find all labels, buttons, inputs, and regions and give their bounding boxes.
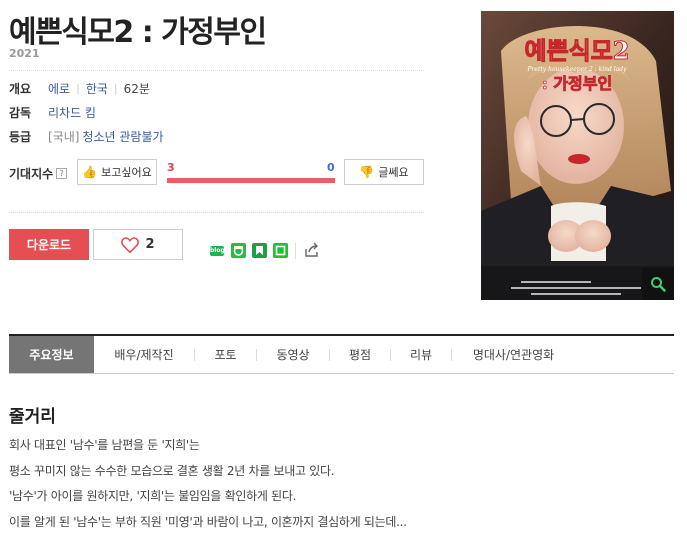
question-icon[interactable]: ? [56,168,68,179]
separator: | [113,82,118,95]
download-button[interactable]: 다운로드 [9,229,89,260]
not-sure-label: 글쎄요 [378,166,409,179]
poster-title-art: 예쁜식모2 [524,36,629,65]
expectation-label: 기대지수 ? [9,165,68,182]
blog-icon[interactable]: blog [210,246,225,256]
tab-quotes-related[interactable]: 명대사/연관영화 [452,336,575,373]
movie-poster[interactable]: 예쁜식모2 Pretty housekeeper 2 : kind lady :… [481,11,674,300]
poster-tagline: Pretty housekeeper 2 : kind lady [527,66,628,73]
synopsis-line: '남수'가 아이를 원하지만, '지희'는 불임임을 확인하게 된다. [9,489,297,503]
tab-main-info[interactable]: 주요정보 [9,336,94,373]
divider [9,70,424,71]
want-count: 3 [167,161,175,174]
poster-subtitle-art: : 가정부인 [542,74,612,93]
line-icon[interactable] [273,243,288,258]
movie-title: 예쁜식모2 : 가정부인 [9,15,267,50]
country-link[interactable]: 한국 [86,80,108,97]
not-sure-button[interactable]: 👎 글쎄요 [344,159,424,185]
expectation-bar [167,178,335,183]
synopsis-line: 이를 알게 된 '남수'는 부하 직원 '미영'과 바람이 나고, 이혼까지 결… [9,515,407,529]
director-row: 감독 리차드 킴 [9,104,96,121]
like-button[interactable]: 2 [93,229,183,260]
director-link[interactable]: 리차드 킴 [48,104,96,121]
zoom-button[interactable] [642,268,674,300]
share-divider [295,243,296,259]
want-to-see-label: 보고싶어요 [101,166,152,179]
meh-count: 0 [327,161,335,174]
release-year: 2021 [9,47,40,60]
rating-row: 등급 [국내] 청소년 관람불가 [9,128,164,145]
overview-row: 개요 에로 | 한국 | 62분 [9,80,150,97]
tab-ratings[interactable]: 평점 [330,336,390,373]
rating-link[interactable]: 청소년 관람불가 [82,128,163,145]
like-count: 2 [145,237,155,252]
want-to-see-button[interactable]: 👍 보고싶어요 [77,159,157,185]
thumbs-up-icon: 👍 [82,165,98,179]
tab-cast-crew[interactable]: 배우/제작진 [94,336,194,373]
band-icon[interactable] [231,243,246,258]
expectation-bar-fill [167,178,335,183]
runtime: 62분 [123,82,150,96]
tab-reviews[interactable]: 리뷰 [391,336,451,373]
director-label: 감독 [9,106,32,120]
genre-link[interactable]: 에로 [48,80,70,97]
tab-bar: 주요정보 배우/제작진 포토 동영상 평점 리뷰 명대사/연관영화 [9,334,674,374]
divider [9,212,424,213]
tab-videos[interactable]: 동영상 [257,336,329,373]
poster-image: 예쁜식모2 Pretty housekeeper 2 : kind lady :… [481,11,674,300]
synopsis-line: 평소 꾸미지 않는 수수한 모습으로 결혼 생활 2년 차를 보내고 있다. [9,464,335,478]
synopsis-line: 회사 대표인 '남수'를 남편을 둔 '지희'는 [9,438,200,452]
expectation-label-text: 기대지수 [9,167,54,181]
heart-icon [121,236,140,253]
rating-region: [국내] [48,130,80,144]
thumbs-down-icon: 👎 [359,165,375,179]
separator: | [76,82,80,95]
synopsis-heading: 줄거리 [9,407,56,427]
overview-label: 개요 [9,82,32,96]
share-icon[interactable] [303,241,321,259]
tab-photos[interactable]: 포토 [195,336,256,373]
rating-label: 등급 [9,130,32,144]
search-icon [651,277,666,292]
bookmark-icon[interactable] [252,243,267,258]
